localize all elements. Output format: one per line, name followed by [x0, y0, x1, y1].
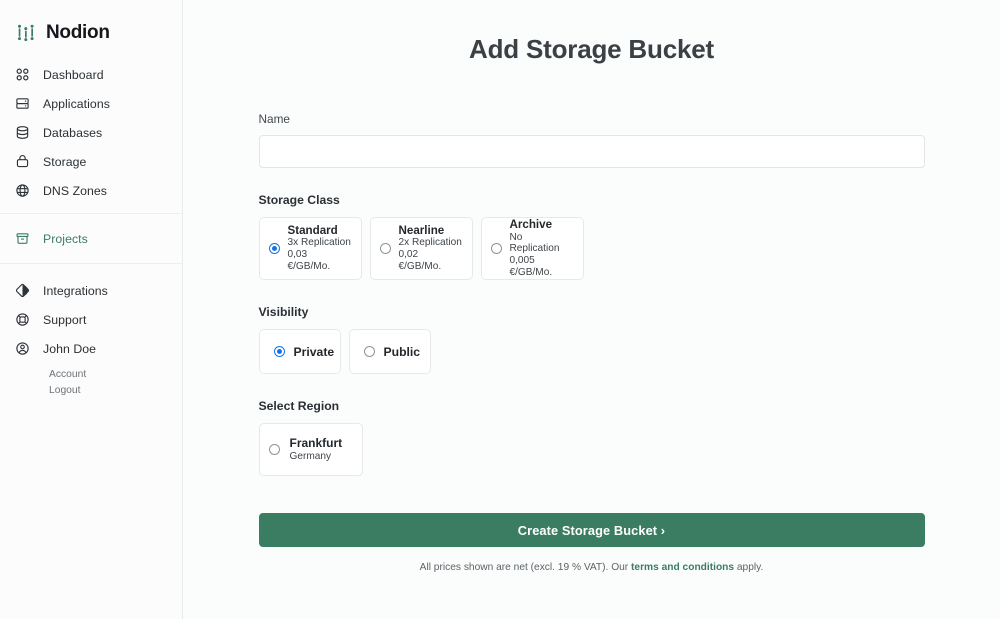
visibility-options: Private Public: [258, 329, 925, 374]
globe-icon: [14, 182, 31, 199]
option-price: 0,005 €/GB/Mo.: [509, 255, 553, 279]
sidebar-item-account[interactable]: Account: [49, 367, 182, 383]
visibility-option-private[interactable]: Private: [258, 329, 341, 374]
storage-class-option-nearline[interactable]: Nearline 2x Replication 0,02 €/GB/Mo.: [369, 217, 473, 280]
sidebar-item-dashboard[interactable]: Dashboard: [0, 60, 182, 89]
sidebar-item-support[interactable]: Support: [0, 305, 182, 334]
option-title: Nearline: [398, 223, 445, 237]
terms-and-conditions-link[interactable]: terms and conditions: [631, 562, 734, 573]
sidebar-item-user[interactable]: John Doe: [0, 334, 182, 363]
nodion-logo-icon: [14, 21, 38, 45]
server-stack-icon: [14, 95, 31, 112]
main-content: Add Storage Bucket Name Storage Class St…: [183, 0, 1000, 619]
fineprint-before: All prices shown are net (excl. 19 % VAT…: [419, 562, 632, 573]
option-replication: 2x Replication: [398, 237, 462, 249]
storage-class-option-archive[interactable]: Archive No Replication 0,005 €/GB/Mo.: [480, 217, 584, 280]
storage-class-option-standard[interactable]: Standard 3x Replication 0,03 €/GB/Mo.: [258, 217, 362, 280]
sidebar-primary-nav: Dashboard Applications Databases Storage…: [0, 48, 182, 205]
sidebar-item-integrations[interactable]: Integrations: [0, 276, 182, 305]
name-input[interactable]: [258, 135, 925, 168]
sidebar: Nodion Dashboard Applications Databases …: [0, 0, 183, 619]
archive-box-icon: [14, 230, 31, 247]
option-price: 0,03 €/GB/Mo.: [287, 249, 331, 273]
sidebar-item-applications[interactable]: Applications: [0, 89, 182, 118]
option-title: Private: [293, 344, 335, 359]
storage-class-options: Standard 3x Replication 0,03 €/GB/Mo. Ne…: [258, 217, 925, 280]
visibility-label: Visibility: [258, 305, 309, 319]
page-title: Add Storage Bucket: [469, 34, 714, 64]
create-storage-bucket-button[interactable]: Create Storage Bucket ›: [258, 513, 925, 547]
storage-class-group: Storage Class Standard 3x Replication 0,…: [258, 193, 925, 280]
storage-bucket-icon: [14, 153, 31, 170]
sidebar-secondary-nav: Integrations Support John Doe Account Lo…: [0, 264, 182, 398]
integrations-diamond-icon: [14, 282, 31, 299]
visibility-option-public[interactable]: Public: [348, 329, 431, 374]
sidebar-projects-nav: Projects: [0, 213, 182, 264]
name-label: Name: [258, 112, 290, 126]
sidebar-item-label: Integrations: [43, 283, 108, 298]
option-replication: No Replication: [509, 231, 560, 255]
option-title: Archive: [509, 217, 553, 231]
sidebar-item-dns-zones[interactable]: DNS Zones: [0, 176, 182, 205]
sidebar-item-label: Projects: [43, 231, 88, 246]
option-title: Frankfurt: [289, 436, 343, 451]
option-replication: 3x Replication: [287, 237, 351, 249]
sidebar-item-label: Databases: [43, 125, 103, 140]
radio-standard[interactable]: [268, 243, 280, 254]
name-field-group: Name: [258, 112, 925, 168]
radio-frankfurt[interactable]: [268, 444, 280, 455]
option-price: 0,02 €/GB/Mo.: [398, 249, 442, 273]
region-option-frankfurt[interactable]: Frankfurt Germany: [258, 423, 363, 476]
visibility-group: Visibility Private Public: [258, 305, 925, 374]
sidebar-item-label: Storage: [43, 154, 87, 169]
option-title: Public: [383, 344, 421, 359]
sidebar-user-name: John Doe: [43, 341, 97, 356]
sidebar-item-label: DNS Zones: [43, 183, 108, 198]
add-storage-bucket-form: Name Storage Class Standard 3x Replicati…: [258, 65, 925, 573]
grid-dots-icon: [14, 66, 31, 83]
option-title: Standard: [287, 223, 338, 237]
sidebar-item-label: Applications: [43, 96, 110, 111]
sidebar-item-databases[interactable]: Databases: [0, 118, 182, 147]
brand[interactable]: Nodion: [0, 0, 182, 48]
app-root: Nodion Dashboard Applications Databases …: [0, 0, 1000, 619]
sidebar-item-projects[interactable]: Projects: [0, 224, 182, 253]
radio-archive[interactable]: [490, 243, 502, 254]
radio-private[interactable]: [273, 346, 285, 357]
region-group: Select Region Frankfurt Germany: [258, 399, 925, 476]
radio-public[interactable]: [363, 346, 375, 357]
radio-nearline[interactable]: [379, 243, 391, 254]
sidebar-user-links: Account Logout: [0, 363, 182, 398]
storage-class-label: Storage Class: [258, 193, 340, 207]
option-country: Germany: [289, 450, 332, 462]
sidebar-item-storage[interactable]: Storage: [0, 147, 182, 176]
fineprint-after: apply.: [734, 562, 764, 573]
region-options: Frankfurt Germany: [258, 423, 925, 476]
brand-name: Nodion: [46, 22, 110, 43]
fineprint: All prices shown are net (excl. 19 % VAT…: [259, 562, 925, 573]
sidebar-item-label: Dashboard: [43, 67, 104, 82]
lifebuoy-icon: [14, 311, 31, 328]
sidebar-item-logout[interactable]: Logout: [49, 383, 182, 399]
sidebar-item-label: Support: [43, 312, 87, 327]
region-label: Select Region: [258, 399, 340, 413]
database-icon: [14, 124, 31, 141]
user-circle-icon: [14, 340, 31, 357]
